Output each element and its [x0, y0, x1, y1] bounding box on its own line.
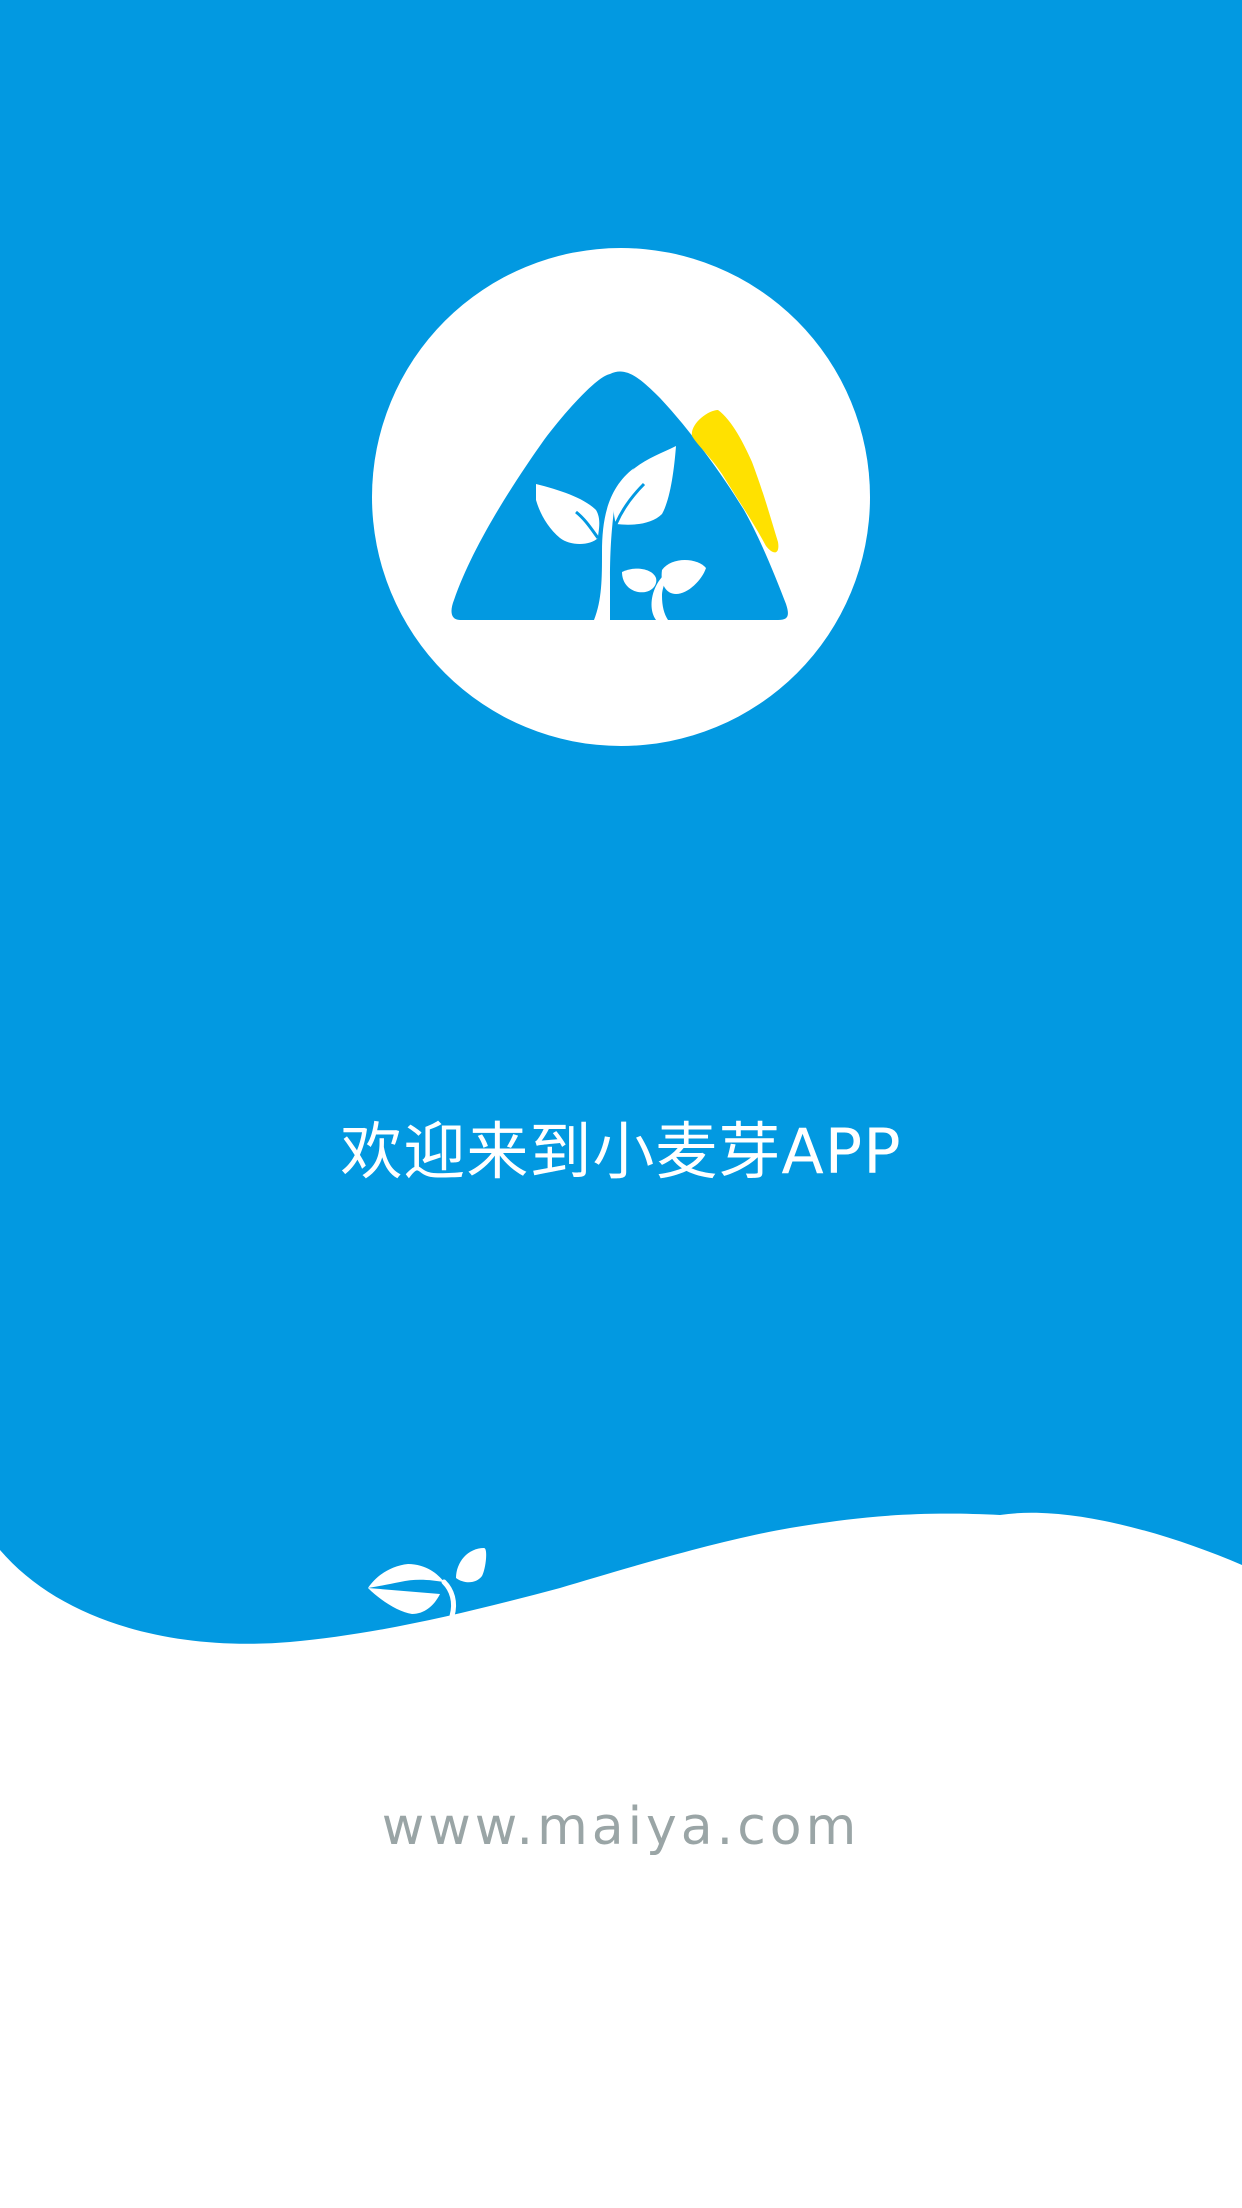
- welcome-title: 欢迎来到小麦芽APP: [340, 1115, 902, 1188]
- website-url[interactable]: www.maiya.com: [0, 1792, 1242, 1862]
- splash-screen: 欢迎来到小麦芽APP www.maiya.com: [0, 0, 1242, 2208]
- sprout-icon: [368, 1548, 487, 1619]
- app-logo-icon: [451, 371, 788, 620]
